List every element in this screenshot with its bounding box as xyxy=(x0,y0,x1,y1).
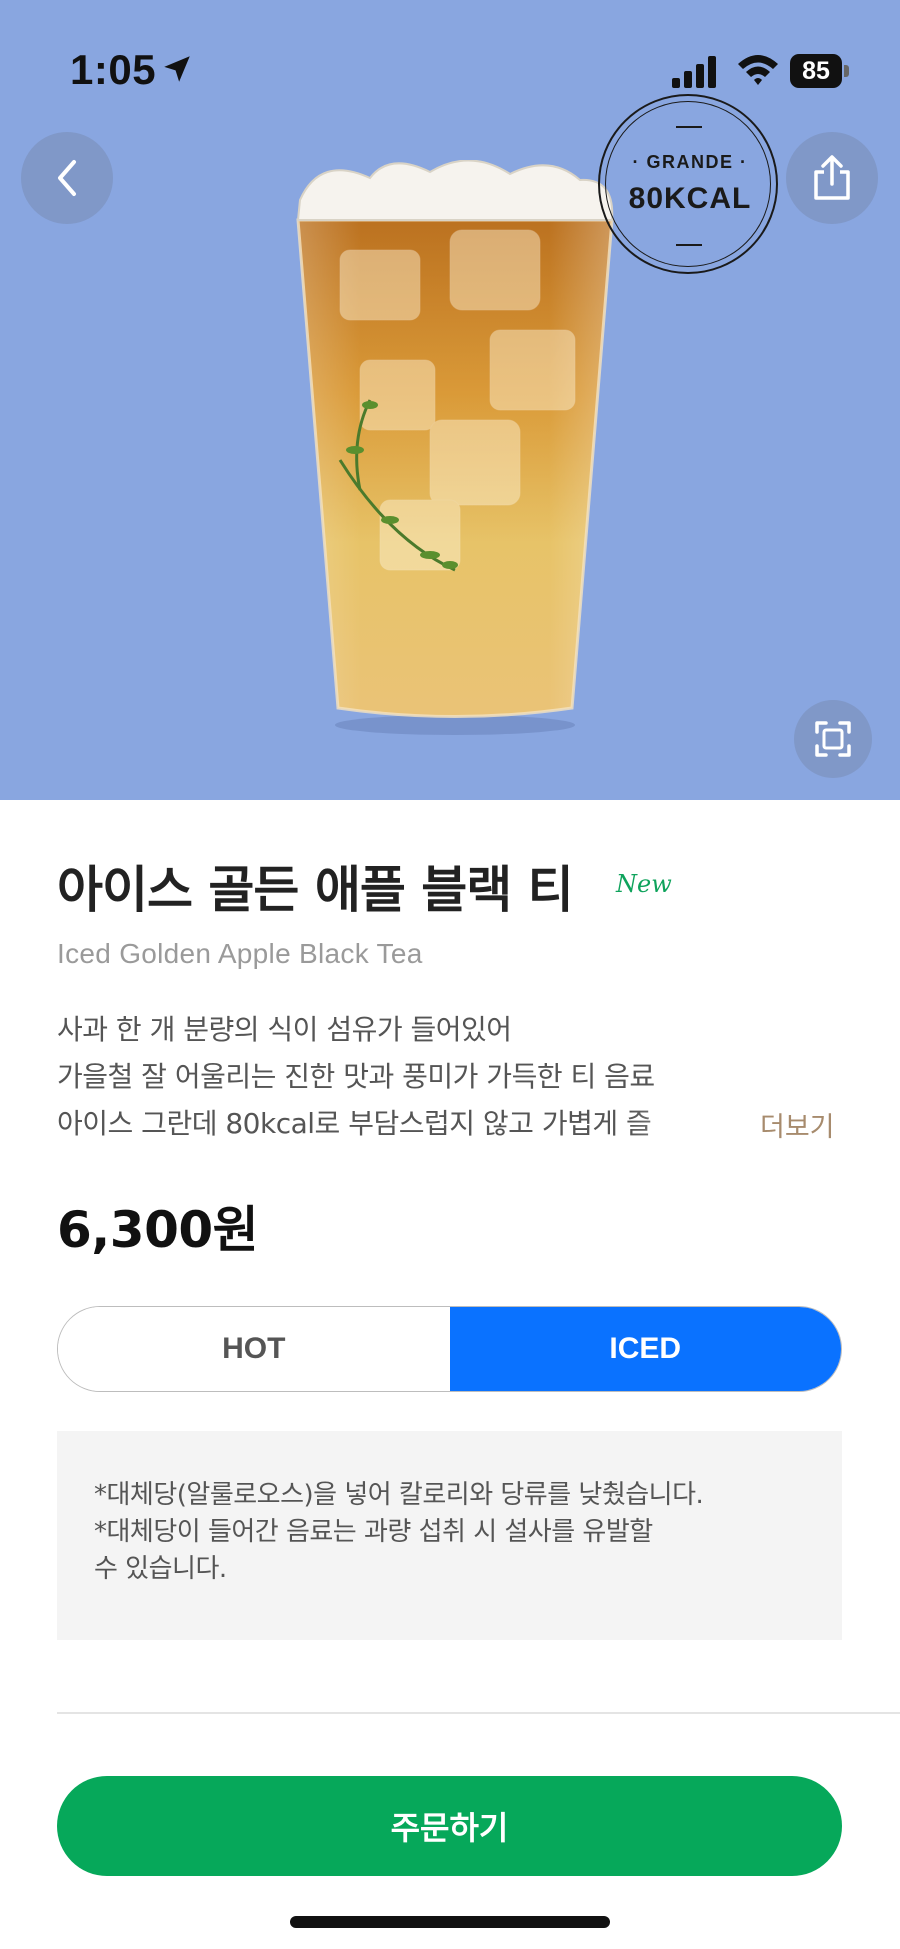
kcal-size-label: · GRANDE · xyxy=(632,152,748,172)
expand-icon xyxy=(815,721,851,757)
price: 6,300원 xyxy=(57,1201,259,1259)
hot-option[interactable]: HOT xyxy=(58,1307,450,1391)
product-description: 사과 한 개 분량의 식이 섬유가 들어있어 가을철 잘 어울리는 진한 맛과 … xyxy=(57,1006,857,1147)
temperature-toggle: HOT ICED xyxy=(57,1306,842,1392)
notice-line: 수 있습니다. xyxy=(94,1554,227,1584)
description-line: 가을철 잘 어울리는 진한 맛과 풍미가 가득한 티 음료 xyxy=(57,1060,655,1093)
order-button[interactable]: 주문하기 xyxy=(57,1776,842,1876)
iced-option[interactable]: ICED xyxy=(449,1307,841,1391)
product-hero: · GRANDE · 80KCAL 1:05 85 xyxy=(0,0,900,800)
home-indicator xyxy=(290,1916,610,1928)
notice-box: *대체당(알룰로오스)을 넣어 칼로리와 당류를 낮췄습니다. *대체당이 들어… xyxy=(57,1431,842,1640)
status-time: 1:05 xyxy=(70,46,157,93)
notice-text: *대체당(알룰로오스)을 넣어 칼로리와 당류를 낮췄습니다. *대체당이 들어… xyxy=(94,1477,814,1588)
drink-image xyxy=(296,160,614,735)
more-link[interactable]: 더보기 xyxy=(760,1105,835,1144)
notice-line: *대체당이 들어간 음료는 과량 섭취 시 설사를 유발할 xyxy=(94,1517,653,1547)
share-button[interactable] xyxy=(786,132,878,224)
status-bar: 1:05 85 xyxy=(0,0,900,140)
kcal-value: 80KCAL xyxy=(628,182,752,215)
back-chevron-icon xyxy=(58,160,76,196)
notice-line: *대체당(알룰로오스)을 넣어 칼로리와 당류를 낮췄습니다. xyxy=(94,1480,704,1510)
share-icon xyxy=(814,155,850,200)
description-line: 사과 한 개 분량의 식이 섬유가 들어있어 xyxy=(57,1013,512,1046)
battery-level: 85 xyxy=(802,57,830,85)
product-english-name: Iced Golden Apple Black Tea xyxy=(57,938,423,969)
location-arrow-icon xyxy=(164,56,190,82)
kcal-badge-dash xyxy=(676,244,702,246)
back-button[interactable] xyxy=(21,132,113,224)
battery-icon: 85 xyxy=(790,54,852,88)
product-title: 아이스 골든 애플 블랙 티 xyxy=(57,861,574,919)
signal-icon xyxy=(672,56,716,88)
expand-button[interactable] xyxy=(794,700,872,778)
divider xyxy=(57,1712,900,1714)
description-line: 아이스 그란데 80kcal로 부담스럽지 않고 가볍게 즐 xyxy=(57,1107,652,1140)
wifi-icon xyxy=(738,55,778,85)
battery-tip xyxy=(844,65,849,77)
new-badge: New xyxy=(616,870,672,898)
